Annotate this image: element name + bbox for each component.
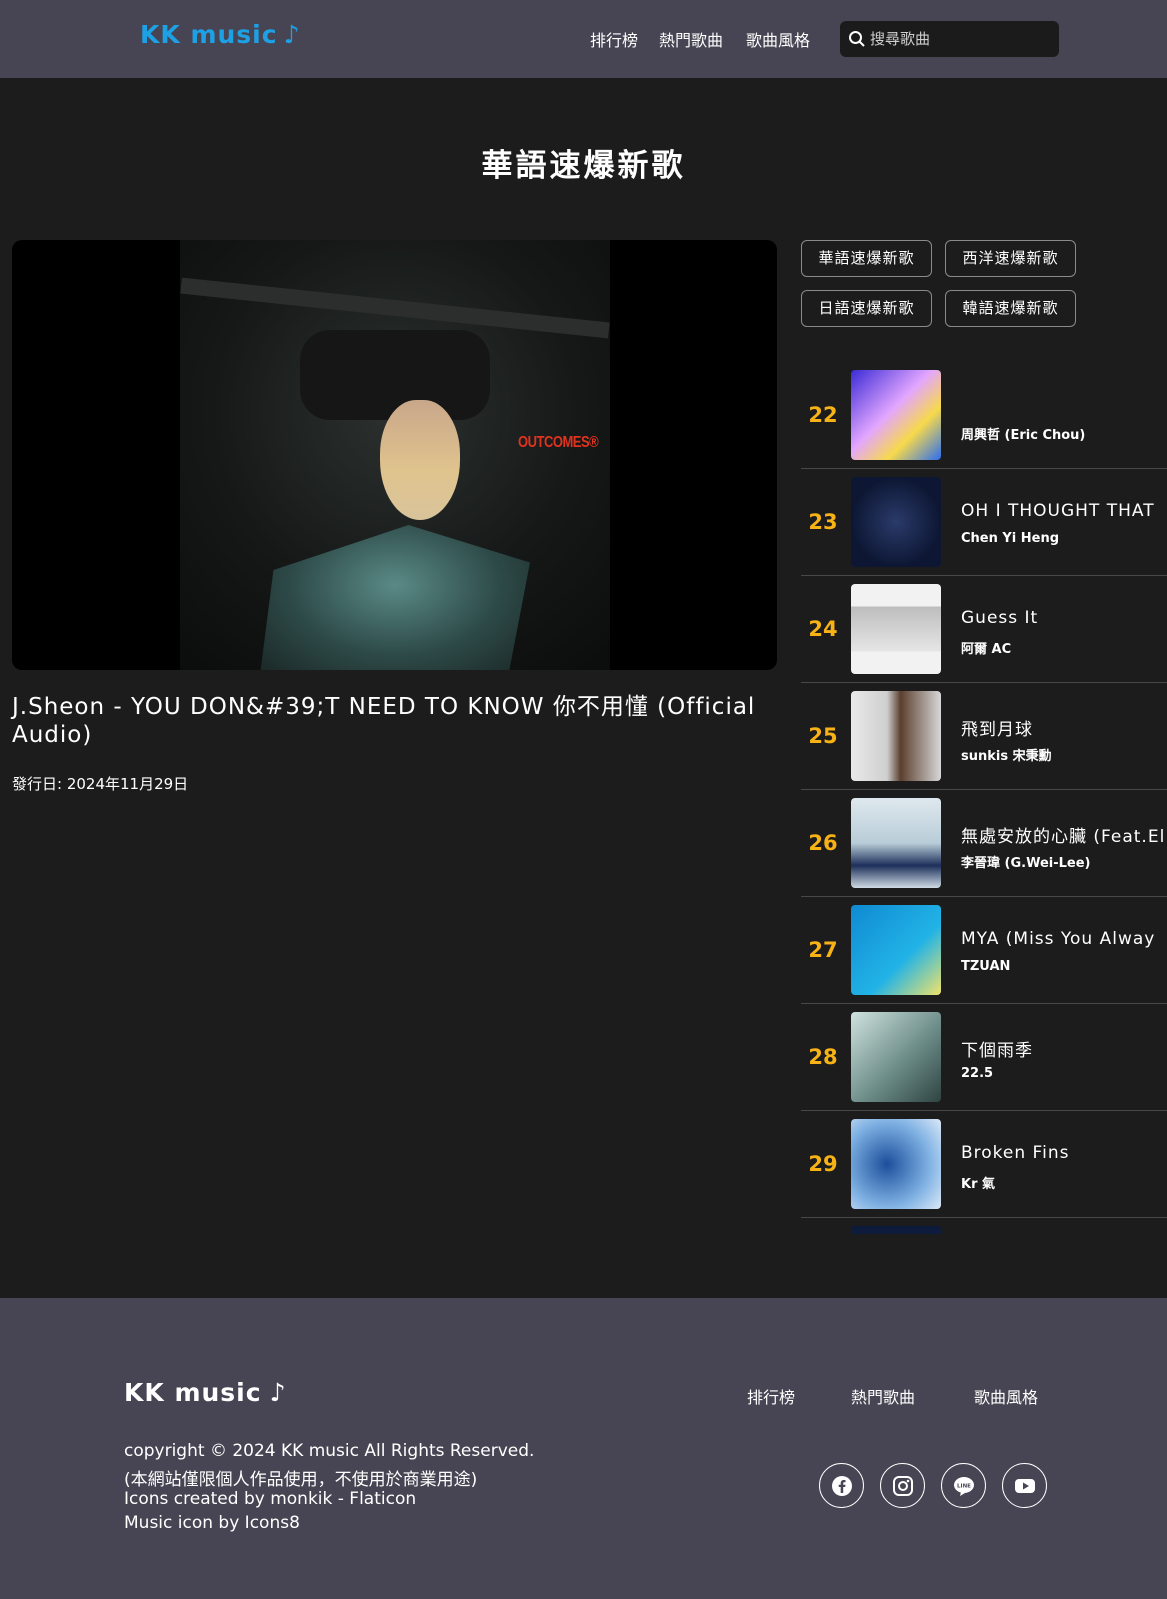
chart-rank: 27 — [808, 938, 838, 962]
song-artist: Kr 氣 — [961, 1177, 996, 1192]
song-cover-thumbnail[interactable] — [851, 798, 941, 888]
footer-logo[interactable]: KK music ♪ — [124, 1378, 287, 1407]
chart-row[interactable]: 29 Broken Fins Kr 氣 — [801, 1111, 1167, 1218]
search-box[interactable] — [840, 21, 1059, 57]
footer-disclaimer: (本網站僅限個人作品使用，不使用於商業用途) — [124, 1470, 478, 1490]
song-title[interactable]: Broken Fins — [961, 1143, 1167, 1163]
instagram-icon — [893, 1476, 913, 1496]
chart-list-inner: 22 周興哲 (Eric Chou) 23 OH I THOUGHT THAT Chen… — [801, 368, 1167, 1234]
video-title: J.Sheon - YOU DON&#39;T NEED TO KNOW 你不用… — [12, 694, 756, 748]
song-cover-thumbnail[interactable] — [851, 1226, 941, 1234]
song-artist: Chen Yi Heng — [961, 531, 1060, 546]
footer-credit-music[interactable]: Music icon by Icons8 — [124, 1513, 300, 1533]
chart-rank: 26 — [808, 831, 838, 855]
chart-rank: 28 — [808, 1045, 838, 1069]
nav-hot-songs[interactable]: 熱門歌曲 — [659, 27, 723, 51]
chart-rank: 24 — [808, 617, 838, 641]
facebook-icon — [832, 1476, 852, 1496]
page-title: 華語速爆新歌 — [481, 148, 686, 184]
song-artist: 阿爾 AC — [961, 642, 1012, 657]
song-cover-thumbnail[interactable] — [851, 691, 941, 781]
song-title[interactable]: OH I THOUGHT THAT — [961, 501, 1167, 521]
chart-rank: 25 — [808, 724, 838, 748]
logo[interactable]: KK music ♪ — [140, 20, 301, 49]
release-date: 發行日: 2024年11月29日 — [12, 775, 189, 793]
facebook-link[interactable] — [819, 1463, 864, 1508]
category-korean[interactable]: 韓語速爆新歌 — [945, 290, 1076, 327]
chart-rank: 22 — [808, 403, 838, 427]
chart-row[interactable]: 22 周興哲 (Eric Chou) — [801, 368, 1167, 469]
song-title[interactable]: Guess It — [961, 608, 1167, 628]
song-cover-thumbnail[interactable] — [851, 1012, 941, 1102]
cover-figure — [300, 330, 490, 420]
logo-text[interactable]: KK music — [140, 20, 278, 49]
chart-list[interactable]: 22 周興哲 (Eric Chou) 23 OH I THOUGHT THAT Chen… — [801, 368, 1167, 1234]
footer-nav-genres[interactable]: 歌曲風格 — [974, 1384, 1038, 1408]
search-icon — [849, 31, 865, 47]
song-artist: 李晉瑋 (G.Wei-Lee) — [961, 856, 1091, 871]
song-title[interactable]: 飛到月球 — [961, 715, 1167, 740]
chart-rank: 29 — [808, 1152, 838, 1176]
footer-nav-hot-songs[interactable]: 熱門歌曲 — [851, 1384, 915, 1408]
footer-logo-text[interactable]: KK music — [124, 1378, 262, 1407]
chart-row[interactable]: 28 下個雨季 22.5 — [801, 1004, 1167, 1111]
cover-head — [380, 400, 460, 520]
song-artist: sunkis 宋秉勳 — [961, 749, 1052, 764]
cover-glass — [260, 525, 530, 670]
search-input[interactable] — [870, 21, 1050, 57]
song-title[interactable]: 無處安放的心臟 (Feat.El — [961, 822, 1167, 847]
category-mandarin[interactable]: 華語速爆新歌 — [801, 240, 932, 277]
svg-text:LINE: LINE — [957, 1484, 971, 1490]
song-cover-thumbnail[interactable] — [851, 1119, 941, 1209]
song-artist: 周興哲 (Eric Chou) — [961, 428, 1086, 443]
chart-rank: 23 — [808, 510, 838, 534]
music-note-icon: ♪ — [269, 1378, 287, 1407]
chart-row[interactable]: 25 飛到月球 sunkis 宋秉勳 — [801, 683, 1167, 790]
footer-copyright: copyright © 2024 KK music All Rights Res… — [124, 1441, 535, 1461]
song-cover-thumbnail[interactable] — [851, 584, 941, 674]
category-japanese[interactable]: 日語速爆新歌 — [801, 290, 932, 327]
song-cover-thumbnail[interactable] — [851, 905, 941, 995]
video-player[interactable]: OUTCOMES® — [12, 240, 777, 670]
song-artist: 22.5 — [961, 1066, 994, 1081]
line-link[interactable]: LINE — [941, 1463, 986, 1508]
header: KK music ♪ 排行榜 熱門歌曲 歌曲風格 — [0, 0, 1167, 78]
chart-row[interactable]: 24 Guess It 阿爾 AC — [801, 576, 1167, 683]
footer: KK music ♪ 排行榜 熱門歌曲 歌曲風格 copyright © 2024… — [0, 1298, 1167, 1599]
chart-rank: 30 — [801, 1218, 845, 1234]
youtube-icon — [1015, 1479, 1035, 1493]
cover-brand: OUTCOMES® — [518, 432, 599, 451]
chart-row[interactable]: 30就一起 — [801, 1218, 1167, 1234]
nav-ranking[interactable]: 排行榜 — [590, 27, 638, 51]
category-western[interactable]: 西洋速爆新歌 — [945, 240, 1076, 277]
song-cover-thumbnail[interactable] — [851, 370, 941, 460]
chart-row[interactable]: 23 OH I THOUGHT THAT Chen Yi Heng — [801, 469, 1167, 576]
nav-genres[interactable]: 歌曲風格 — [746, 27, 810, 51]
footer-nav-ranking[interactable]: 排行榜 — [747, 1384, 795, 1408]
song-title[interactable]: 下個雨季 — [961, 1036, 1167, 1061]
footer-credit-icons[interactable]: Icons created by monkik - Flaticon — [124, 1489, 416, 1509]
chart-row[interactable]: 27 MYA (Miss You Alway TZÜAN — [801, 897, 1167, 1004]
song-title[interactable]: MYA (Miss You Alway — [961, 929, 1167, 949]
song-cover-thumbnail[interactable] — [851, 477, 941, 567]
chart-row[interactable]: 26 無處安放的心臟 (Feat.El 李晉瑋 (G.Wei-Lee) — [801, 790, 1167, 897]
album-cover: OUTCOMES® — [180, 240, 610, 670]
youtube-link[interactable] — [1002, 1463, 1047, 1508]
instagram-link[interactable] — [880, 1463, 925, 1508]
line-icon: LINE — [954, 1477, 974, 1496]
song-artist: TZÜAN — [961, 959, 1011, 974]
music-note-icon: ♪ — [283, 20, 301, 49]
